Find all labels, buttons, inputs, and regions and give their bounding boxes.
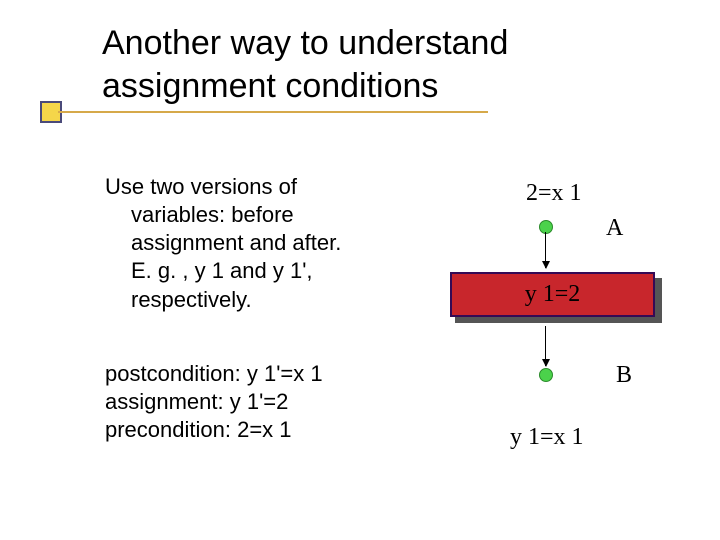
accent-corner [40,107,80,127]
p1-line5: respectively. [105,286,410,314]
p1-line4: E. g. , y 1 and y 1', [105,257,410,285]
postcondition-label: y 1=x 1 [510,424,584,451]
state-a-label: A [606,215,623,242]
body-text: Use two versions of variables: before as… [105,173,410,444]
p1-line3: assignment and after. [105,229,410,257]
state-dot-a [539,220,553,234]
p1-line1: Use two versions of [105,173,410,201]
title-line-1: Another way to understand [102,22,508,65]
precondition-label: 2=x 1 [526,180,582,207]
state-dot-b [539,368,553,382]
accent-underline [58,111,488,113]
paragraph-2: postcondition: y 1'=x 1 assignment: y 1'… [105,360,410,444]
assignment-box: y 1=2 [450,272,655,317]
p2-line2: assignment: y 1'=2 [105,388,410,416]
slide-title: Another way to understand assignment con… [102,22,508,107]
paragraph-1: Use two versions of variables: before as… [105,173,410,314]
transition-arrow-a [545,232,546,268]
p2-line3: precondition: 2=x 1 [105,416,410,444]
state-b-label: B [616,362,632,389]
transition-arrow-b [545,326,546,366]
p1-line2: variables: before [105,201,410,229]
title-line-2: assignment conditions [102,65,508,108]
p2-line1: postcondition: y 1'=x 1 [105,360,410,388]
assignment-text: y 1=2 [525,281,581,308]
diagram: 2=x 1 A y 1=2 B y 1=x 1 [440,170,690,490]
